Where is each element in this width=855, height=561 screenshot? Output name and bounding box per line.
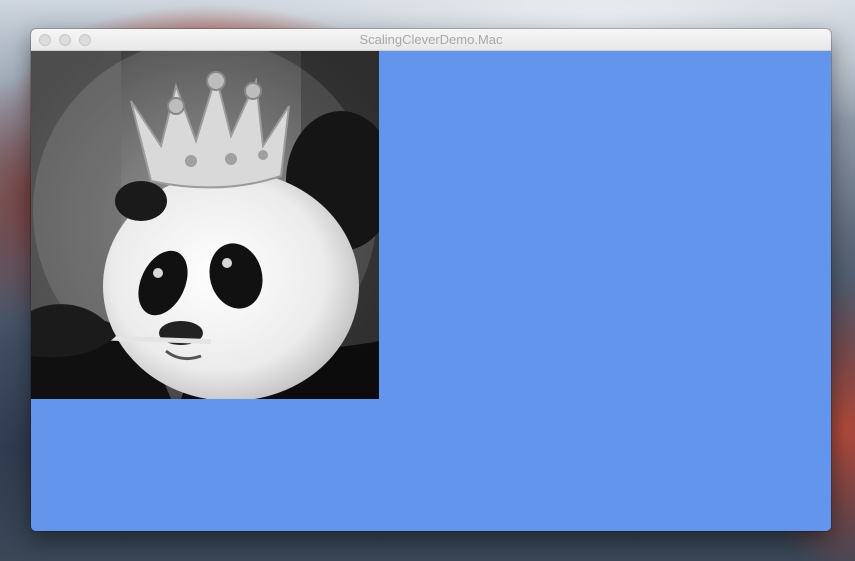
content-area [31,51,831,531]
title-bar[interactable]: ScalingCleverDemo.Mac [31,29,831,51]
panda-image [31,51,379,399]
app-window: ScalingCleverDemo.Mac [31,29,831,531]
minimize-window-button[interactable] [59,34,71,46]
window-title: ScalingCleverDemo.Mac [359,32,503,47]
close-window-button[interactable] [39,34,51,46]
desktop-wallpaper: ScalingCleverDemo.Mac [0,0,855,561]
zoom-window-button[interactable] [79,34,91,46]
